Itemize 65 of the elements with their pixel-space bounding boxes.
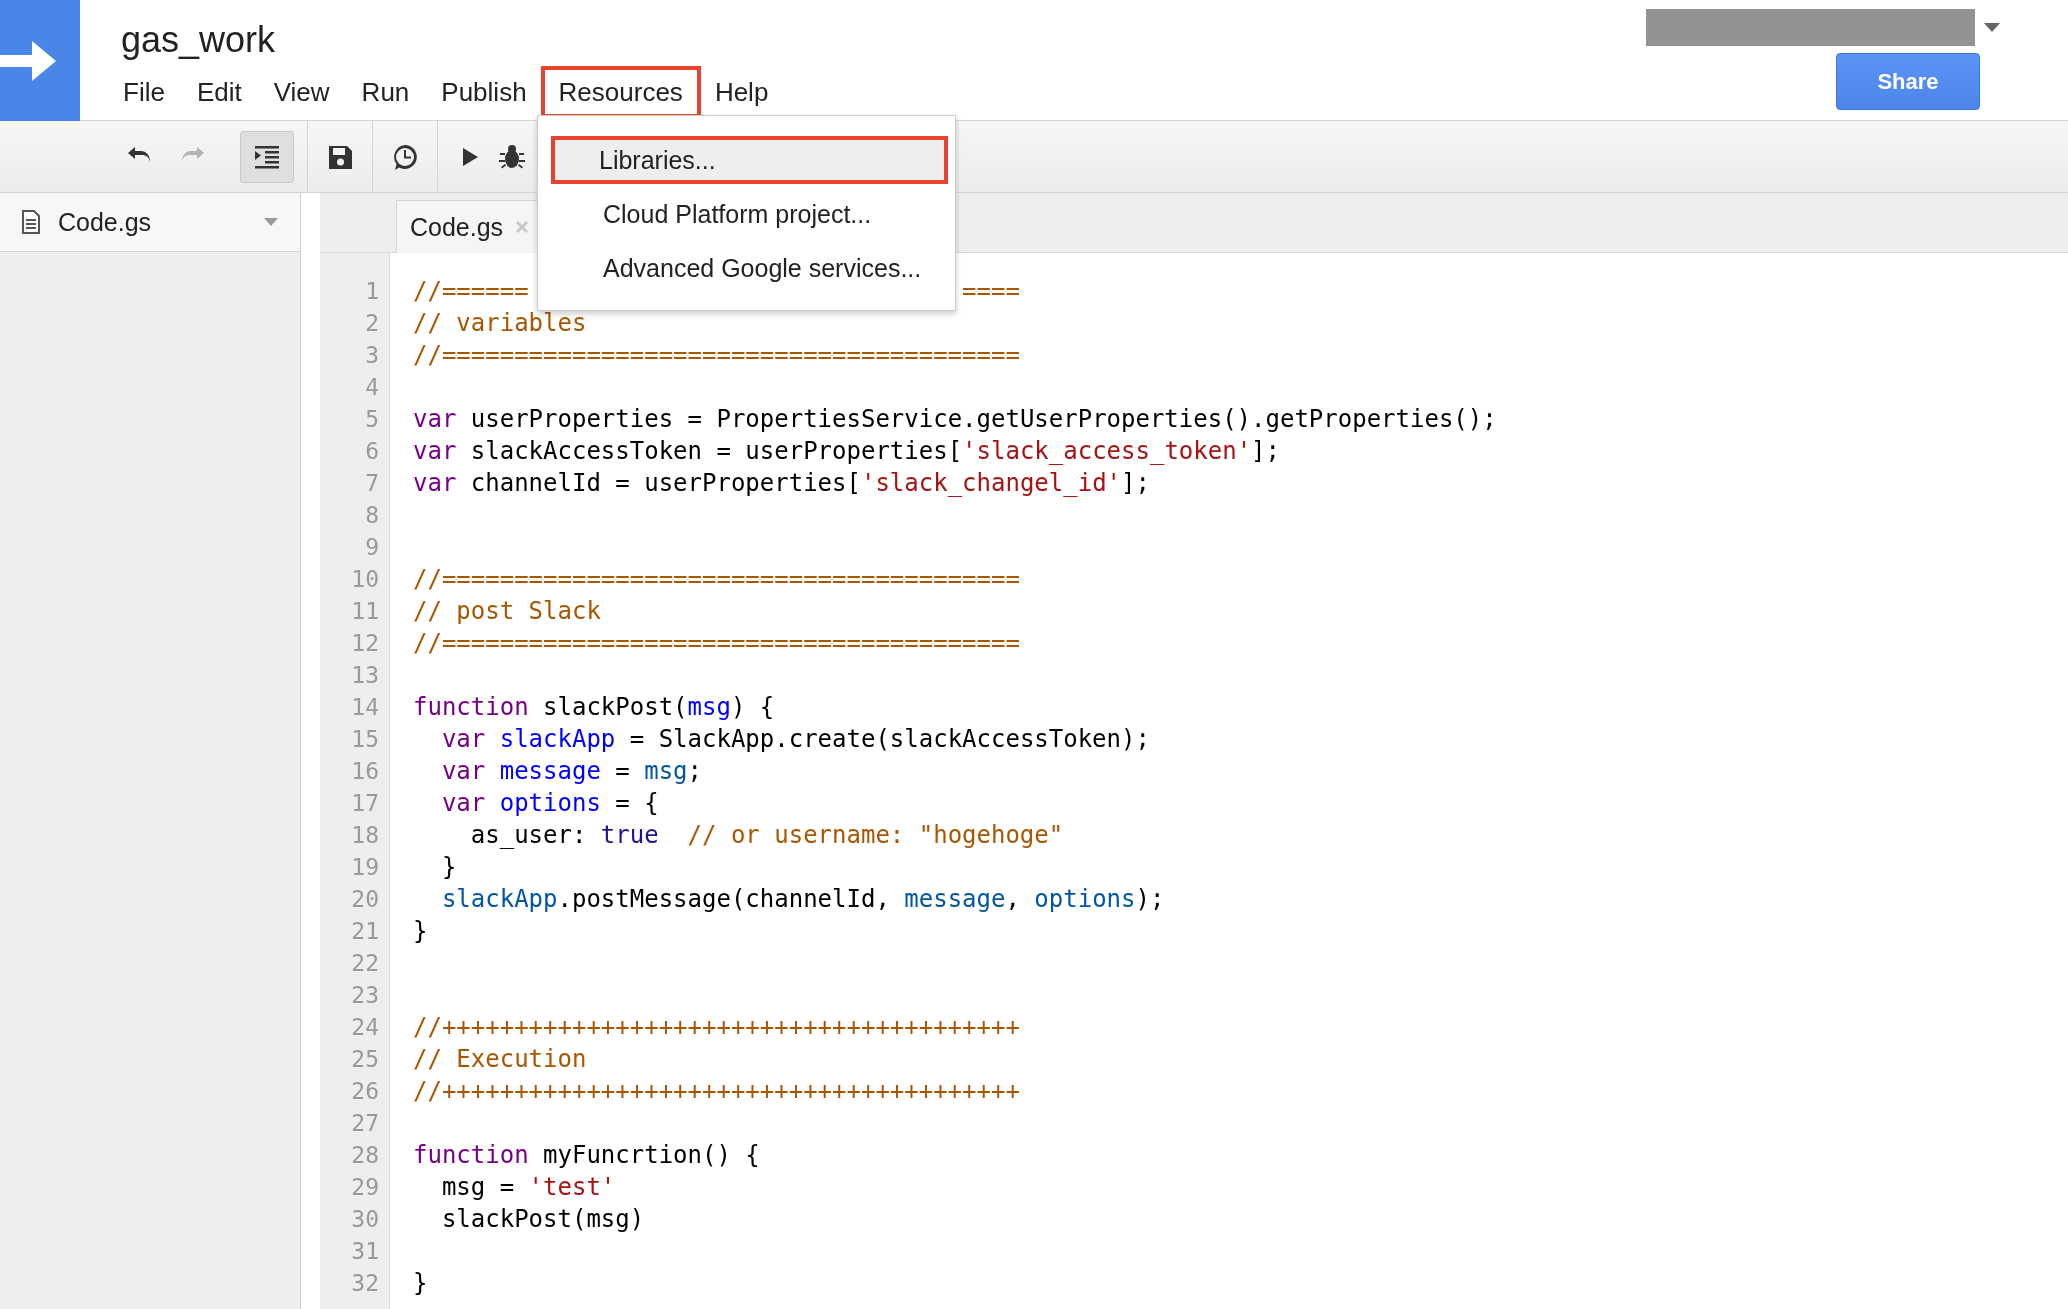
code-line: var message = msg; <box>440 756 703 787</box>
code-line: var channelId = userProperties['slack_changel_id']; <box>413 468 1150 499</box>
line-number: 8 <box>364 501 380 530</box>
line-number: 4 <box>364 373 380 402</box>
line-number: 22 <box>350 949 380 978</box>
caret-icon[interactable] <box>1984 23 2000 32</box>
line-number: 16 <box>350 757 380 786</box>
line-number: 2 <box>364 309 380 338</box>
code-line: var options = { <box>440 788 659 819</box>
menu-option[interactable]: Libraries... <box>551 136 948 184</box>
line-number: 23 <box>350 981 380 1010</box>
line-number: 31 <box>350 1237 380 1266</box>
code-line: // variables <box>413 308 587 339</box>
line-number: 17 <box>350 789 380 818</box>
code-line: function slackPost(msg) { <box>413 692 775 723</box>
line-number: 28 <box>350 1141 380 1170</box>
line-number: 18 <box>350 821 380 850</box>
code-line: slackApp.postMessage(channelId, message, options); <box>440 884 1165 915</box>
line-number: 19 <box>350 853 380 882</box>
line-number: 10 <box>350 565 380 594</box>
line-number: 14 <box>350 693 380 722</box>
line-number: 32 <box>350 1269 380 1298</box>
code-line: as_user: true // or username: "hogehoge" <box>469 820 1064 851</box>
code-line: } <box>413 1268 428 1299</box>
code-line: function myFuncrtion() { <box>413 1140 760 1171</box>
code-line: msg = 'test' <box>440 1172 616 1203</box>
code-line: var slackApp = SlackApp.create(slackAccessToken); <box>440 724 1150 755</box>
code-line: var slackAccessToken = userProperties['slack_access_token']; <box>413 436 1280 467</box>
toolbar-button[interactable] <box>240 130 294 183</box>
code-line: //======================================== <box>413 628 1020 659</box>
line-number: 5 <box>364 405 380 434</box>
code-line: slackPost(msg) <box>440 1204 645 1235</box>
line-number: 9 <box>364 533 380 562</box>
clock-icon[interactable] <box>391 142 419 171</box>
caret-icon[interactable] <box>264 218 278 226</box>
line-number: 1 <box>364 277 380 306</box>
line-number: 6 <box>364 437 380 466</box>
line-number: 20 <box>350 885 380 914</box>
line-number: 13 <box>350 661 380 690</box>
code-line: } <box>440 852 457 883</box>
line-number: 27 <box>350 1109 380 1138</box>
line-number: 7 <box>364 469 380 498</box>
project-title[interactable]: gas_work <box>121 18 276 62</box>
line-number: 25 <box>350 1045 380 1074</box>
line-number: 29 <box>350 1173 380 1202</box>
code-line: // Execution <box>413 1044 587 1075</box>
line-number: 15 <box>350 725 380 754</box>
line-number: 3 <box>364 341 380 370</box>
logo-icon[interactable] <box>0 0 80 121</box>
line-number: 21 <box>350 917 380 946</box>
code-line: var userProperties = PropertiesService.getUserProperties().getProperties(); <box>413 404 1497 435</box>
code-line: } <box>413 916 428 947</box>
code-line: //++++++++++++++++++++++++++++++++++++++++ <box>413 1012 1020 1043</box>
line-number: 26 <box>350 1077 380 1106</box>
code-line: //======================================== <box>413 340 1020 371</box>
file-icon <box>22 210 40 234</box>
line-number: 11 <box>350 597 380 626</box>
code-line: //++++++++++++++++++++++++++++++++++++++++ <box>413 1076 1020 1107</box>
line-number: 24 <box>350 1013 380 1042</box>
code-line: //======================================== <box>413 564 1020 595</box>
line-number: 30 <box>350 1205 380 1234</box>
line-number: 12 <box>350 629 380 658</box>
script-file-entry[interactable]: Code.gs <box>0 193 300 252</box>
code-line: // post Slack <box>413 596 601 627</box>
menu-option[interactable]: Cloud Platform project... <box>538 190 948 238</box>
